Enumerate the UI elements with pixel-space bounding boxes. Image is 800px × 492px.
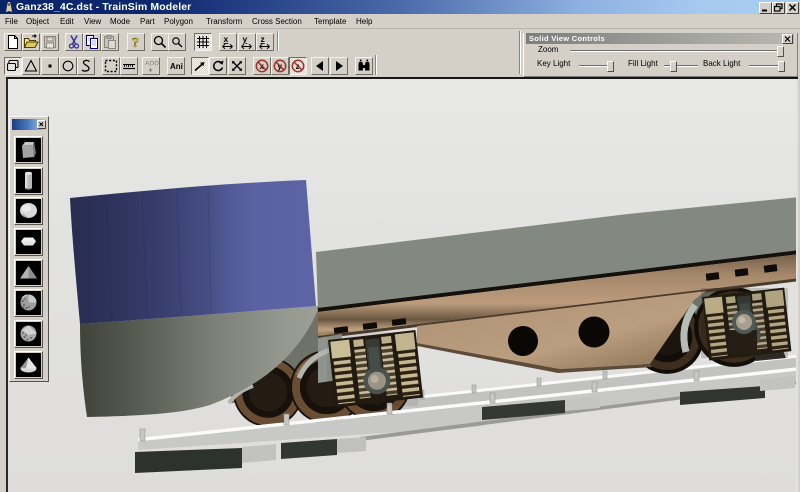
svg-text:y: y <box>243 34 248 44</box>
svg-text:?: ? <box>132 36 139 50</box>
svg-text:x: x <box>224 34 229 44</box>
svg-text:z: z <box>261 34 265 44</box>
svg-text:Ani: Ani <box>170 62 183 71</box>
svg-text:ADD: ADD <box>145 61 159 68</box>
